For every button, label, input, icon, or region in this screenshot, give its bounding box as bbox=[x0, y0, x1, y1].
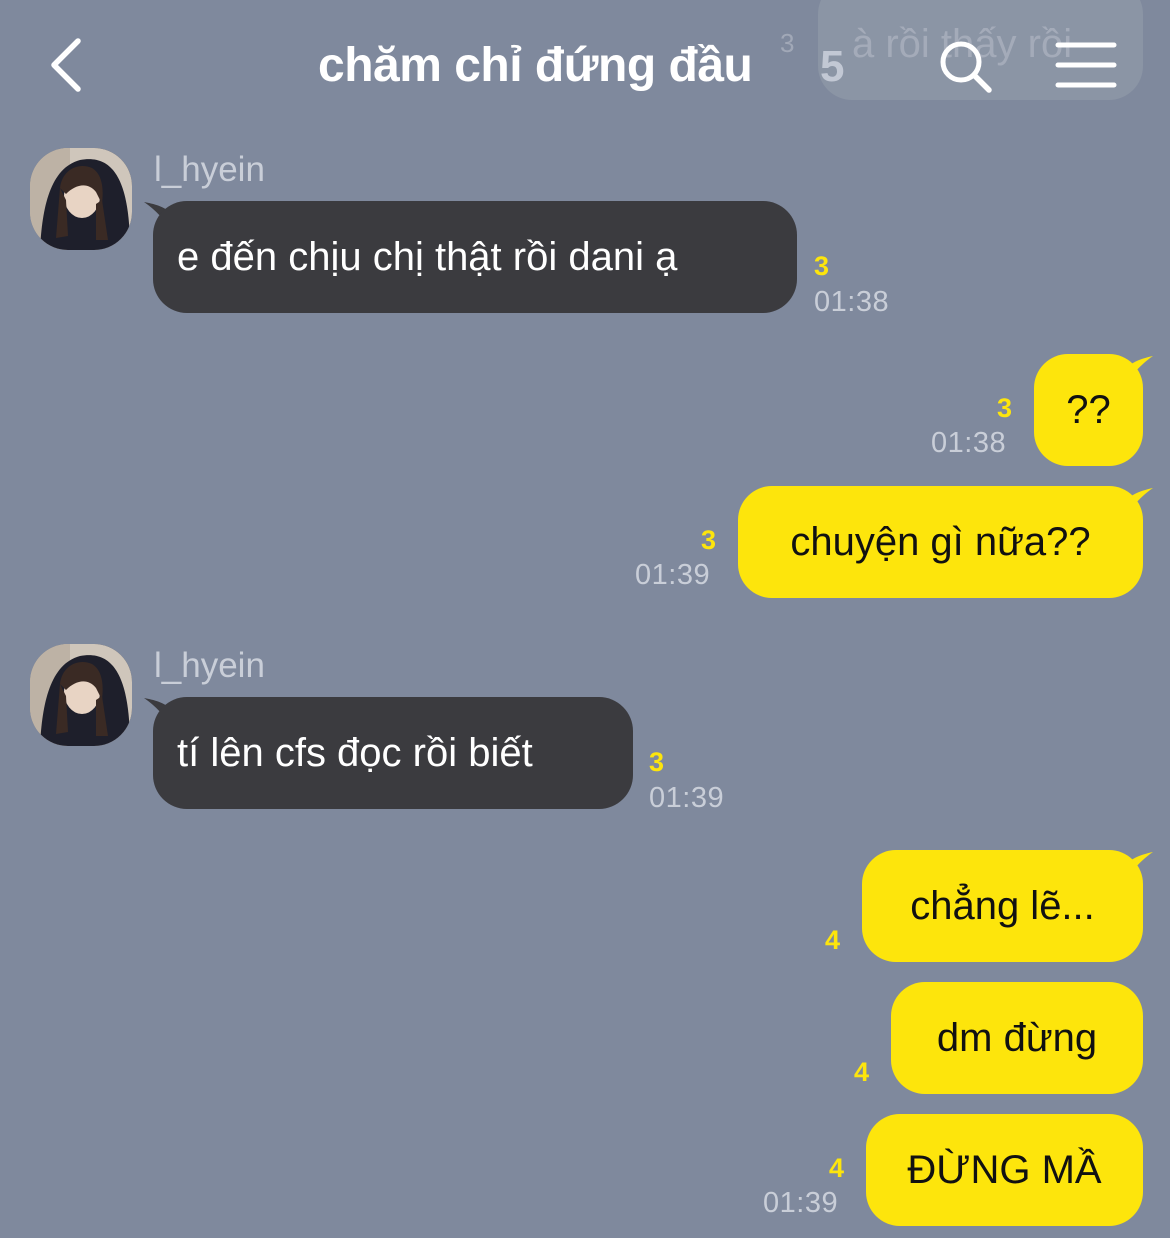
unread-count: 4 bbox=[829, 1153, 845, 1183]
avatar-photo bbox=[30, 644, 132, 746]
search-button[interactable] bbox=[935, 36, 995, 96]
sender-name: l_hyein bbox=[154, 150, 265, 189]
message-bubble[interactable]: ĐỪNG MẦ bbox=[866, 1114, 1143, 1226]
unread-count: 4 bbox=[854, 1057, 870, 1087]
message-bubble[interactable]: ?? bbox=[1034, 354, 1143, 466]
message-time: 01:39 bbox=[635, 559, 711, 591]
chevron-left-icon bbox=[51, 38, 81, 92]
message-bubble[interactable]: dm đừng bbox=[891, 982, 1143, 1094]
unread-count: 3 bbox=[814, 251, 830, 281]
back-button[interactable] bbox=[38, 35, 98, 95]
chat-header: 3 à rồi thấy rồi chăm chỉ đứng đầu 5 bbox=[0, 0, 1170, 130]
unread-count: 3 bbox=[701, 525, 717, 555]
chat-screen: 3 à rồi thấy rồi chăm chỉ đứng đầu 5 l_h… bbox=[0, 0, 1170, 1238]
message-time: 01:39 bbox=[763, 1187, 839, 1219]
chat-title: chăm chỉ đứng đầu bbox=[318, 39, 753, 92]
message-bubble[interactable]: chẳng lẽ... bbox=[862, 850, 1143, 962]
unread-count: 4 bbox=[825, 925, 841, 955]
hamburger-menu-icon bbox=[1055, 42, 1117, 88]
message-time: 01:38 bbox=[931, 427, 1007, 459]
message-bubble[interactable]: tí lên cfs đọc rồi biết bbox=[153, 697, 633, 809]
sender-name: l_hyein bbox=[154, 646, 265, 685]
previous-message-unread-count: 3 bbox=[780, 28, 795, 58]
avatar[interactable] bbox=[30, 644, 132, 746]
message-bubble[interactable]: e đến chịu chị thật rồi dani ạ bbox=[153, 201, 797, 313]
menu-button[interactable] bbox=[1055, 40, 1117, 90]
avatar-photo bbox=[30, 148, 132, 250]
message-time: 01:38 bbox=[814, 286, 890, 318]
search-icon bbox=[940, 41, 992, 93]
avatar[interactable] bbox=[30, 148, 132, 250]
unread-count: 3 bbox=[649, 747, 665, 777]
message-time: 01:39 bbox=[649, 782, 725, 814]
unread-count: 3 bbox=[997, 393, 1013, 423]
message-bubble[interactable]: chuyện gì nữa?? bbox=[738, 486, 1143, 598]
member-count: 5 bbox=[820, 42, 845, 91]
